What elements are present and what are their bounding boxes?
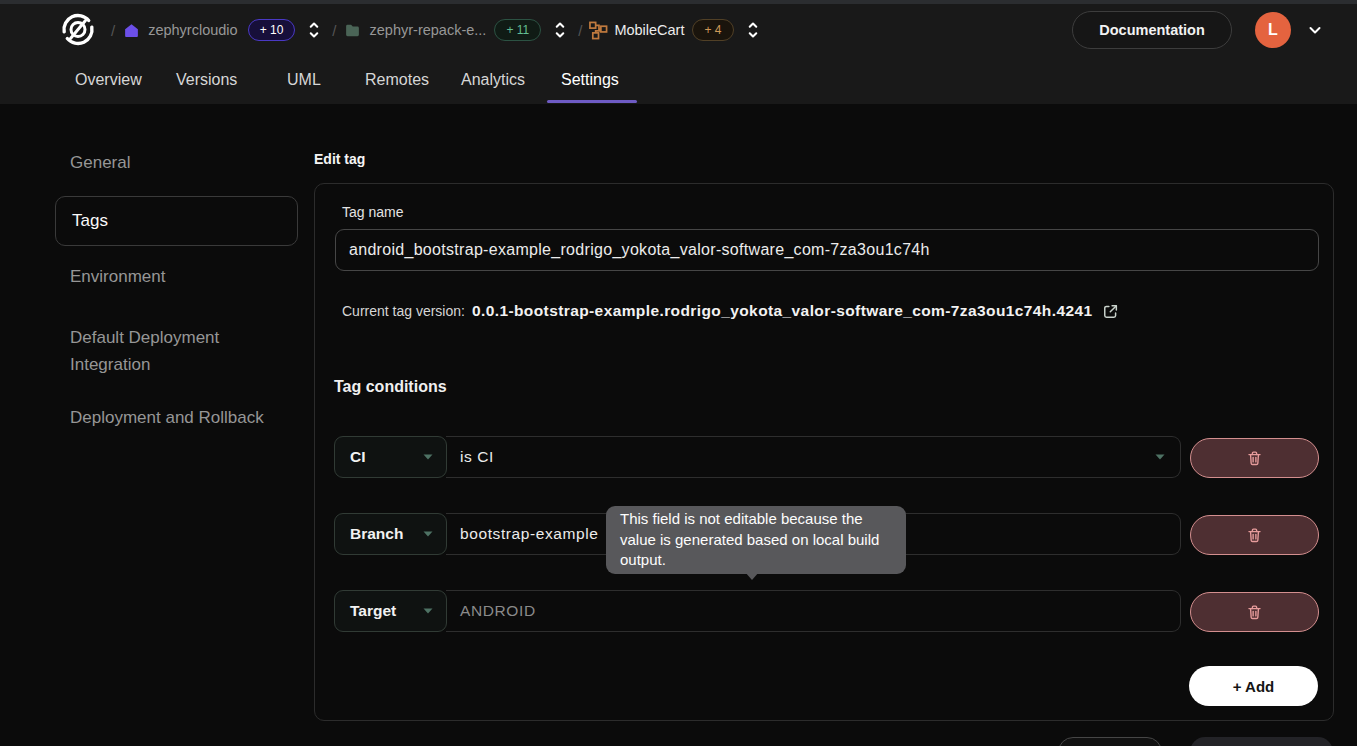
- condition-row: Target ANDROID: [334, 590, 1181, 632]
- home-icon: [123, 22, 140, 39]
- tooltip-arrow: [745, 572, 759, 580]
- trash-icon: [1246, 450, 1263, 467]
- top-header: / zephyrcloudio + 10 / zephyr-repack-e..…: [0, 0, 1357, 104]
- condition-value-input[interactable]: ANDROID: [446, 590, 1181, 632]
- folder-icon: [344, 22, 361, 39]
- tab-overview[interactable]: Overview: [61, 62, 156, 98]
- breadcrumb-app[interactable]: MobileCart: [614, 22, 684, 38]
- breadcrumb-separator: /: [111, 22, 115, 39]
- project-switcher-icon[interactable]: [553, 19, 567, 41]
- sidebar-item-general[interactable]: General: [70, 153, 130, 173]
- delete-condition-button[interactable]: [1190, 592, 1319, 632]
- current-version-line: Current tag version: 0.0.1-bootstrap-exa…: [342, 302, 1119, 320]
- delete-condition-button[interactable]: [1190, 515, 1319, 555]
- org-switcher-icon[interactable]: [307, 19, 321, 41]
- condition-type-select[interactable]: Branch: [334, 513, 447, 555]
- add-condition-button[interactable]: + Add: [1189, 666, 1318, 706]
- tab-settings[interactable]: Settings: [547, 62, 633, 98]
- active-tab-underline: [547, 100, 637, 103]
- version-value: 0.0.1-bootstrap-example.rodrigo_yokota_v…: [472, 302, 1093, 320]
- tag-name-input[interactable]: android_bootstrap-example_rodrigo_yokota…: [335, 229, 1319, 271]
- delete-condition-button[interactable]: [1190, 438, 1319, 478]
- sidebar-item-default-deployment-integration[interactable]: Default Deployment Integration: [70, 324, 265, 378]
- tag-conditions-title: Tag conditions: [334, 378, 447, 396]
- breadcrumb-separator: /: [578, 22, 582, 39]
- trash-icon: [1246, 604, 1263, 621]
- edit-tag-panel: Tag name android_bootstrap-example_rodri…: [314, 183, 1334, 721]
- zephyr-logo-icon: [59, 12, 97, 48]
- version-label: Current tag version:: [342, 303, 465, 319]
- tab-uml[interactable]: UML: [273, 62, 335, 98]
- breadcrumb-separator: /: [332, 22, 336, 39]
- external-link-icon[interactable]: [1102, 303, 1119, 320]
- sidebar-item-environment[interactable]: Environment: [70, 267, 165, 287]
- chevron-down-icon: [422, 530, 434, 538]
- trash-icon: [1246, 527, 1263, 544]
- chevron-down-icon[interactable]: [1306, 21, 1324, 43]
- tab-versions[interactable]: Versions: [162, 62, 251, 98]
- breadcrumb-project[interactable]: zephyr-repack-e...: [370, 22, 487, 38]
- condition-value-select[interactable]: is CI: [446, 436, 1181, 478]
- tag-name-label: Tag name: [342, 204, 403, 220]
- breadcrumb: / zephyrcloudio + 10 / zephyr-repack-e..…: [59, 8, 760, 52]
- sidebar-item-tags[interactable]: Tags: [55, 196, 298, 246]
- chevron-down-icon: [422, 607, 434, 615]
- tab-remotes[interactable]: Remotes: [351, 62, 443, 98]
- window-top-strip: [0, 0, 1357, 4]
- tooltip: This field is not editable because the v…: [606, 506, 906, 574]
- condition-row: CI is CI: [334, 436, 1181, 478]
- sidebar-item-deployment-rollback[interactable]: Deployment and Rollback: [70, 408, 264, 428]
- bottom-secondary-button[interactable]: [1058, 737, 1162, 746]
- app-badge[interactable]: + 4: [692, 19, 733, 41]
- avatar[interactable]: L: [1255, 12, 1291, 48]
- project-badge[interactable]: + 11: [494, 19, 541, 41]
- chevron-down-icon: [1154, 453, 1166, 461]
- chevron-down-icon: [422, 453, 434, 461]
- page-title: Edit tag: [314, 151, 365, 167]
- condition-type-select[interactable]: Target: [334, 590, 447, 632]
- app-switcher-icon[interactable]: [746, 19, 760, 41]
- documentation-button[interactable]: Documentation: [1072, 11, 1232, 49]
- org-badge[interactable]: + 10: [248, 19, 296, 41]
- bottom-primary-button[interactable]: [1190, 737, 1333, 746]
- breadcrumb-org[interactable]: zephyrcloudio: [148, 22, 237, 38]
- condition-type-select[interactable]: CI: [334, 436, 447, 478]
- sitemap-icon: [589, 21, 608, 40]
- tab-analytics[interactable]: Analytics: [447, 62, 539, 98]
